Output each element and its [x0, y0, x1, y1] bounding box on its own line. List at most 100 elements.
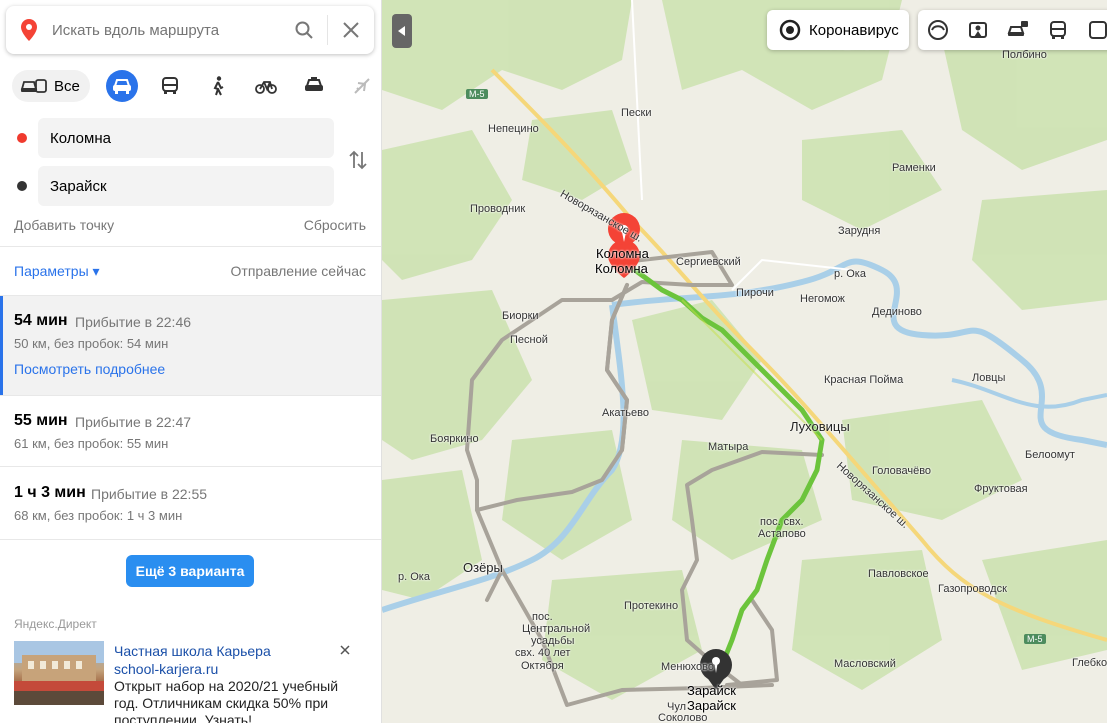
map-label-pavlovskoe: Павловское [868, 568, 929, 580]
ad-image[interactable] [14, 641, 104, 705]
map-label-astapovo-2: Астапово [758, 528, 806, 540]
map-label-matyra: Матыра [708, 441, 749, 453]
transit-button[interactable] [1038, 10, 1078, 50]
parameters-dropdown[interactable]: Параметры ▾ [14, 263, 100, 280]
map-label-krasnaya-poyma: Красная Пойма [824, 374, 904, 386]
swap-icon[interactable] [346, 148, 370, 172]
route-arrival: Прибытие в 22:46 [75, 314, 192, 330]
map-view[interactable]: Полбино Тимшино Пески Непецино Раменки П… [382, 0, 1107, 723]
map-label-zaraysk-2: Зарайск [687, 698, 736, 713]
ad-title-link[interactable]: Частная школа Карьера [114, 643, 271, 659]
traffic-car-icon [1007, 21, 1028, 36]
more-tools-button[interactable] [1078, 10, 1107, 50]
map-label-pos-1: пос. [532, 611, 553, 623]
map-label-boyarkino: Бояркино [430, 433, 479, 445]
mode-all-button[interactable]: Все [12, 70, 90, 102]
route-time: 1 ч 3 мин [14, 484, 86, 501]
coronavirus-icon [779, 19, 801, 41]
map-label-lukhovitsy: Луховицы [790, 419, 850, 434]
ad-description: Открыт набор на 2020/21 учебный год. Отл… [114, 678, 339, 723]
mode-all-label: Все [54, 77, 80, 95]
map-label-gazoprovodsk: Газопроводск [938, 583, 1007, 595]
walking-icon [213, 76, 224, 96]
map-label-chulki: Чул [667, 701, 687, 713]
map-label-pos-4: свх. 40 лет [515, 647, 571, 659]
map-label-pirochi: Пирочи [736, 287, 774, 299]
close-icon [343, 22, 359, 38]
map-label-provodnik: Проводник [470, 203, 526, 215]
route-point-from: Коломна [0, 118, 381, 158]
mode-flight-button[interactable] [346, 70, 378, 102]
map-label-lovtsy: Ловцы [972, 372, 1006, 384]
coronavirus-button[interactable]: Коронавирус [767, 10, 909, 50]
route-option-2[interactable]: 55 мин Прибытие в 22:47 61 км, без пробо… [0, 396, 381, 466]
bus-icon [1050, 21, 1066, 39]
map-label-negomozh: Негомож [800, 293, 845, 305]
coronavirus-label: Коронавирус [809, 21, 899, 39]
route-option-1[interactable]: 54 мин Прибытие в 22:46 50 км, без пробо… [0, 296, 381, 395]
map-label-ozyory: Озёры [463, 560, 503, 575]
map-label-maslovsky: Масловский [834, 658, 896, 670]
route-distance: 50 км, без пробок: 54 мин [14, 336, 169, 351]
mode-bike-button[interactable] [250, 70, 282, 102]
route-arrival: Прибытие в 22:55 [91, 486, 208, 502]
more-variants-button[interactable]: Ещё 3 варианта [126, 555, 254, 587]
collapse-panel-button[interactable] [392, 14, 412, 48]
from-field[interactable]: Коломна [38, 118, 334, 158]
map-label-biorki: Биорки [502, 310, 539, 322]
map-label-oka: р. Ока [834, 268, 866, 280]
route-details-link[interactable]: Посмотреть подробнее [14, 361, 165, 377]
map-label-zaraysk: Зарайск [687, 683, 736, 698]
map-label-pos-5: Октября [521, 660, 564, 672]
map-canvas[interactable] [382, 0, 1107, 723]
end-dot-icon [17, 181, 27, 191]
mode-taxi-button[interactable] [298, 70, 330, 102]
route-time: 55 мин [14, 412, 68, 429]
airplane-icon [354, 78, 370, 94]
layers-button[interactable] [918, 10, 958, 50]
search-button[interactable] [281, 6, 327, 54]
close-button[interactable] [328, 6, 374, 54]
departure-time-link[interactable]: Отправление сейчас [231, 263, 366, 280]
route-distance: 61 км, без пробок: 55 мин [14, 436, 169, 451]
reset-link[interactable]: Сбросить [304, 217, 366, 233]
mode-walk-button[interactable] [202, 70, 234, 102]
map-label-sokolovo: Соколово [658, 712, 708, 723]
map-label-golovacheva: Головачёво [872, 465, 932, 477]
map-label-oka-2: р. Ока [398, 571, 430, 583]
more-icon [1089, 21, 1107, 39]
map-label-peski: Пески [621, 107, 652, 119]
search-bar [6, 6, 374, 54]
map-label-pesnoy: Песной [510, 334, 548, 346]
map-label-pos-2: Центральной [522, 623, 591, 635]
taxi-icon [304, 77, 323, 91]
map-label-belootmut: Белоомут [1025, 449, 1075, 461]
map-label-pos-3: усадьбы [531, 635, 575, 647]
to-field[interactable]: Зарайск [38, 166, 334, 206]
ad-url-link[interactable]: school-karjera.ru [114, 661, 218, 677]
bicycle-icon [254, 81, 277, 94]
search-input[interactable] [52, 21, 281, 39]
add-point-link[interactable]: Добавить точку [14, 217, 114, 233]
route-arrival: Прибытие в 22:47 [75, 414, 192, 430]
map-label-zarudnya: Зарудня [838, 225, 881, 237]
start-dot-icon [17, 133, 27, 143]
car-icon [112, 79, 131, 94]
chevron-left-icon [398, 26, 405, 36]
map-label-kolomna-2: Коломна [595, 261, 648, 276]
route-option-3[interactable]: 1 ч 3 мин Прибытие в 22:55 68 км, без пр… [0, 467, 381, 539]
map-label-sergievsky: Сергиевский [676, 256, 741, 268]
map-label-menyukhovo: Менюхово [661, 661, 714, 673]
map-label-polbino: Полбино [1002, 49, 1047, 61]
panorama-button[interactable] [958, 10, 998, 50]
bus-icon [161, 77, 178, 94]
mode-car-button[interactable] [105, 70, 138, 102]
map-label-glebkovo: Глебко [1072, 657, 1107, 669]
traffic-button[interactable] [998, 10, 1038, 50]
map-label-fruktovaya: Фруктовая [974, 483, 1028, 495]
road-badge-m5-2: М-5 [1024, 634, 1046, 644]
layers-icon [928, 20, 948, 40]
map-label-dedinovo: Дединово [872, 306, 922, 318]
ad-close-icon[interactable] [338, 643, 352, 657]
mode-transit-button[interactable] [154, 70, 186, 102]
